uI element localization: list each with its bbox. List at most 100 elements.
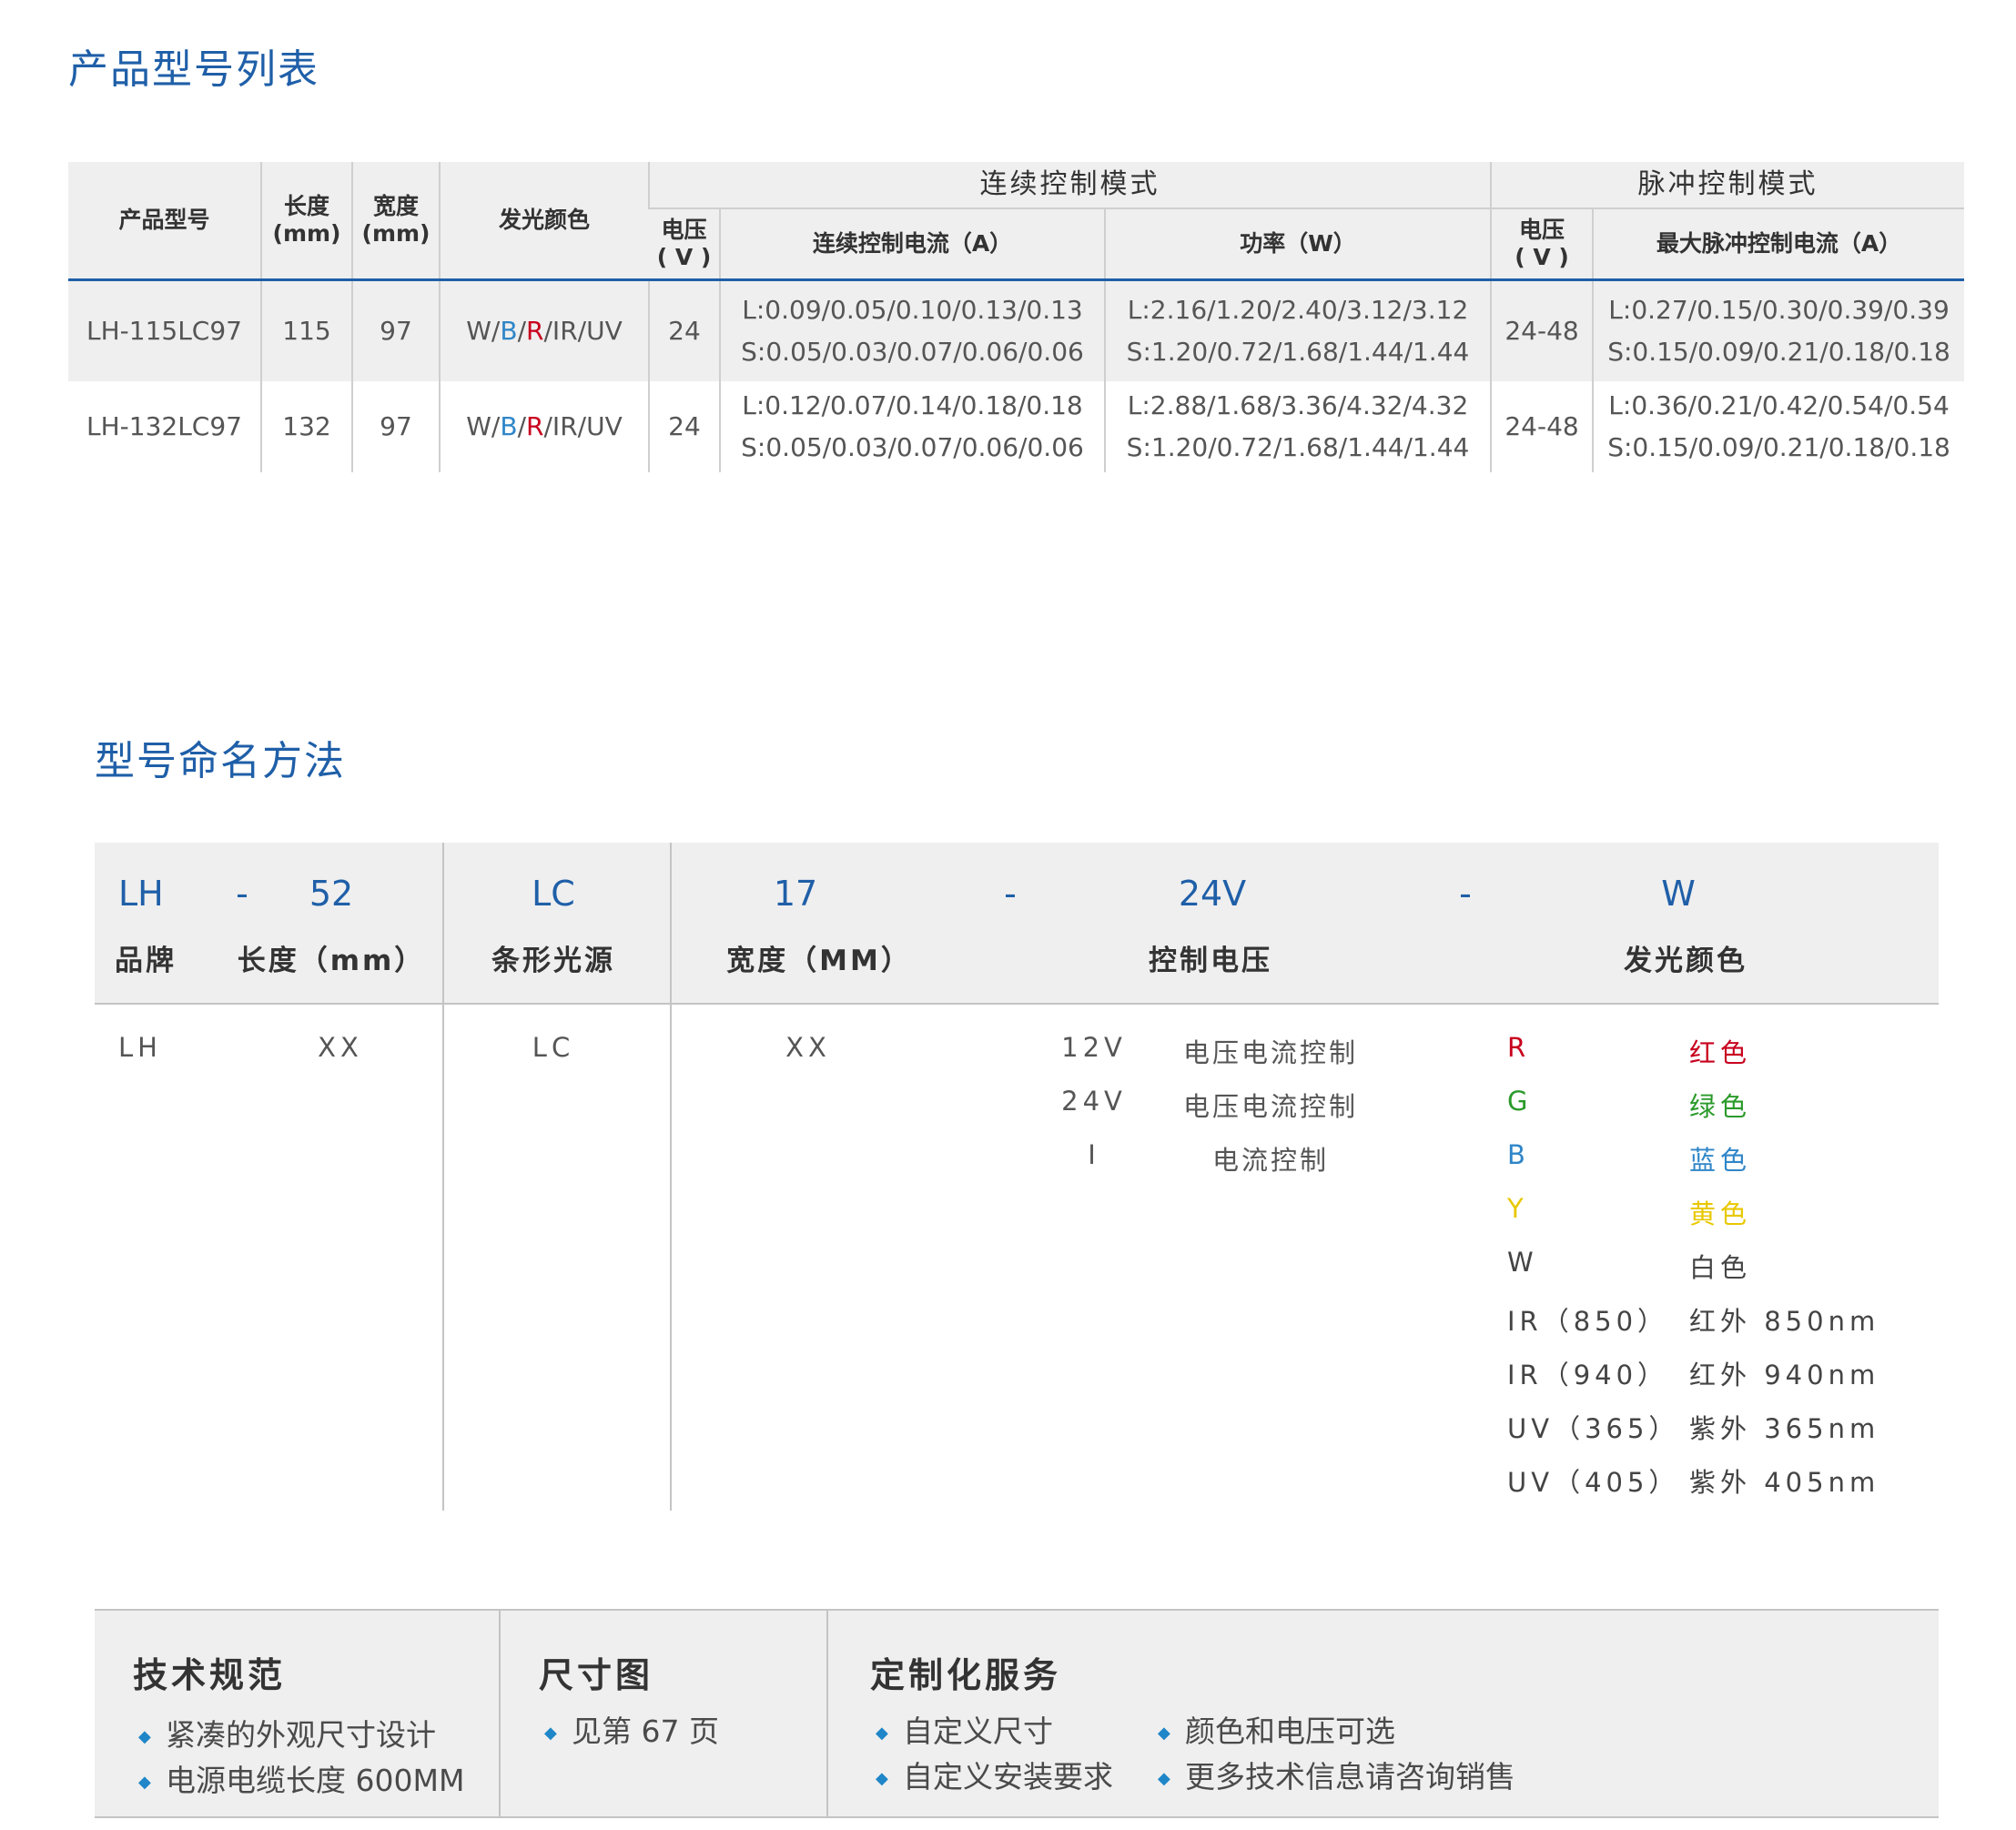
header-power: 功率（W）	[1103, 208, 1492, 281]
cell-voltage: 24	[648, 381, 720, 472]
header-width: 宽度 (mm)	[351, 162, 440, 281]
cell-pulse-voltage: 24-48	[1490, 279, 1594, 381]
diamond-bullet-icon: ◆	[544, 1724, 557, 1743]
voltage-option-code: 12V	[1061, 1032, 1127, 1063]
header-continuous-mode: 连续控制模式	[647, 162, 1492, 209]
custom-service-title: 定制化服务	[870, 1655, 1062, 1695]
header-voltage: 电压( V )	[649, 208, 720, 281]
color-option-desc: 紫外 365nm	[1689, 1413, 1880, 1444]
voltage-option-desc: 电流控制	[1211, 1145, 1330, 1176]
cell-pulse-voltage: 24-48	[1490, 381, 1594, 472]
voltage-option-code: I	[1088, 1139, 1100, 1170]
color-option-code: W	[1507, 1247, 1538, 1278]
cell-length: 132	[260, 381, 352, 472]
value-width: XX	[785, 1032, 831, 1063]
cell-color: W/B/R/IR/UV	[439, 381, 649, 472]
custom-service-item: ◆ 更多技术信息请咨询销售	[1158, 1759, 1515, 1795]
color-option-desc: 红外 850nm	[1689, 1306, 1880, 1337]
label-voltage: 控制电压	[1149, 945, 1272, 977]
color-option-desc: 蓝色	[1689, 1145, 1752, 1176]
table-row: LH-132LC97 132 97 W/B/R/IR/UV 24 L:0.12/…	[68, 381, 1965, 472]
custom-service-item: ◆ 自定义尺寸	[876, 1714, 1053, 1749]
table-row: LH-115LC97 115 97 W/B/R/IR/UV 24 L:0.09/…	[68, 279, 1965, 381]
diamond-bullet-icon: ◆	[1158, 1724, 1170, 1743]
color-option-desc: 红色	[1689, 1037, 1752, 1068]
cell-pulse-current: L:0.36/0.21/0.42/0.54/0.54 S:0.15/0.09/0.…	[1592, 381, 1965, 472]
product-table: 产品型号 长度 (mm) 宽度 (mm) 发光颜色 连续控制模式 脉冲控制模式 电压…	[68, 162, 1965, 472]
label-length: 长度（mm）	[237, 945, 426, 977]
naming-diagram: LH - 52 LC 17 - 24V - W 品牌 长度（mm） 条形光源 宽…	[95, 843, 1939, 1511]
cell-length: 115	[260, 279, 352, 381]
color-option-code: B	[1507, 1139, 1530, 1170]
voltage-option-code: 24V	[1061, 1086, 1127, 1117]
cell-power: L:2.88/1.68/3.36/4.32/4.32 S:1.20/0.72/1.…	[1103, 381, 1492, 472]
color-option-code: UV（365）	[1507, 1413, 1680, 1444]
header-length: 长度 (mm)	[260, 162, 352, 281]
cell-power: L:2.16/1.20/2.40/3.12/3.12 S:1.20/0.72/1.…	[1103, 279, 1492, 381]
cell-width: 97	[351, 381, 440, 472]
cell-continuous-current: L:0.09/0.05/0.10/0.13/0.13 S:0.05/0.03/0.…	[719, 279, 1105, 381]
code-brand: LH	[118, 874, 164, 914]
custom-service-item: ◆ 颜色和电压可选	[1158, 1714, 1395, 1749]
naming-header	[95, 843, 1939, 1005]
color-option-desc: 绿色	[1689, 1091, 1752, 1122]
product-list-title: 产品型号列表	[68, 46, 319, 93]
tech-spec-item: ◆ 紧凑的外观尺寸设计	[138, 1717, 436, 1753]
code-type: LC	[532, 874, 575, 914]
label-brand: 品牌	[115, 945, 177, 977]
diamond-bullet-icon: ◆	[138, 1727, 151, 1746]
value-length: XX	[318, 1032, 363, 1063]
header-color: 发光颜色	[439, 162, 649, 281]
code-dash: -	[1004, 874, 1017, 914]
color-option-desc: 红外 940nm	[1689, 1360, 1880, 1390]
color-option-code: IR（940）	[1507, 1360, 1669, 1390]
code-dash: -	[236, 874, 248, 914]
voltage-option-desc: 电压电流控制	[1182, 1091, 1359, 1122]
custom-service-item: ◆ 自定义安装要求	[876, 1759, 1113, 1795]
divider	[670, 843, 672, 1511]
code-dash: -	[1459, 874, 1472, 914]
tech-spec-title: 技术规范	[133, 1655, 287, 1695]
value-type: LC	[532, 1032, 575, 1063]
header-pulse-voltage: 电压( V )	[1490, 208, 1594, 281]
color-option-desc: 白色	[1689, 1252, 1752, 1283]
header-model: 产品型号	[68, 162, 261, 281]
code-length: 52	[309, 874, 354, 914]
divider	[499, 1611, 501, 1816]
cell-color: W/B/R/IR/UV	[439, 279, 649, 381]
diamond-bullet-icon: ◆	[1158, 1769, 1170, 1788]
color-option-desc: 紫外 405nm	[1689, 1467, 1880, 1498]
cell-model: LH-132LC97	[68, 381, 261, 472]
naming-method-title: 型号命名方法	[95, 738, 346, 784]
code-voltage: 24V	[1178, 874, 1247, 914]
color-option-code: G	[1507, 1086, 1533, 1117]
tech-spec-item: ◆ 电源电缆长度 600MM	[138, 1763, 465, 1798]
divider	[826, 1611, 828, 1816]
cell-width: 97	[351, 279, 440, 381]
color-option-code: Y	[1507, 1193, 1528, 1224]
color-option-code: R	[1507, 1032, 1531, 1063]
header-continuous-current: 连续控制电流（A）	[719, 208, 1105, 281]
label-color: 发光颜色	[1624, 945, 1748, 977]
code-width: 17	[773, 874, 818, 914]
diamond-bullet-icon: ◆	[876, 1724, 888, 1743]
diamond-bullet-icon: ◆	[138, 1773, 151, 1792]
diamond-bullet-icon: ◆	[876, 1769, 888, 1788]
color-option-code: UV（405）	[1507, 1467, 1680, 1498]
color-option-desc: 黄色	[1689, 1198, 1752, 1229]
value-brand: LH	[118, 1032, 162, 1063]
label-type: 条形光源	[491, 945, 615, 977]
voltage-option-desc: 电压电流控制	[1182, 1037, 1359, 1068]
code-color: W	[1661, 874, 1696, 914]
cell-voltage: 24	[648, 279, 720, 381]
cell-model: LH-115LC97	[68, 279, 261, 381]
footer-panel: 技术规范 ◆ 紧凑的外观尺寸设计 ◆ 电源电缆长度 600MM 尺寸图 ◆ 见第 67…	[95, 1609, 1939, 1818]
divider	[442, 843, 444, 1511]
dimension-title: 尺寸图	[539, 1655, 654, 1695]
cell-continuous-current: L:0.12/0.07/0.14/0.18/0.18 S:0.05/0.03/0.…	[719, 381, 1105, 472]
dimension-item: ◆ 见第 67 页	[544, 1714, 719, 1749]
cell-pulse-current: L:0.27/0.15/0.30/0.39/0.39 S:0.15/0.09/0.…	[1592, 279, 1965, 381]
color-option-code: IR（850）	[1507, 1306, 1669, 1337]
label-width: 宽度（MM）	[726, 945, 912, 977]
header-pulse-mode: 脉冲控制模式	[1490, 162, 1965, 209]
